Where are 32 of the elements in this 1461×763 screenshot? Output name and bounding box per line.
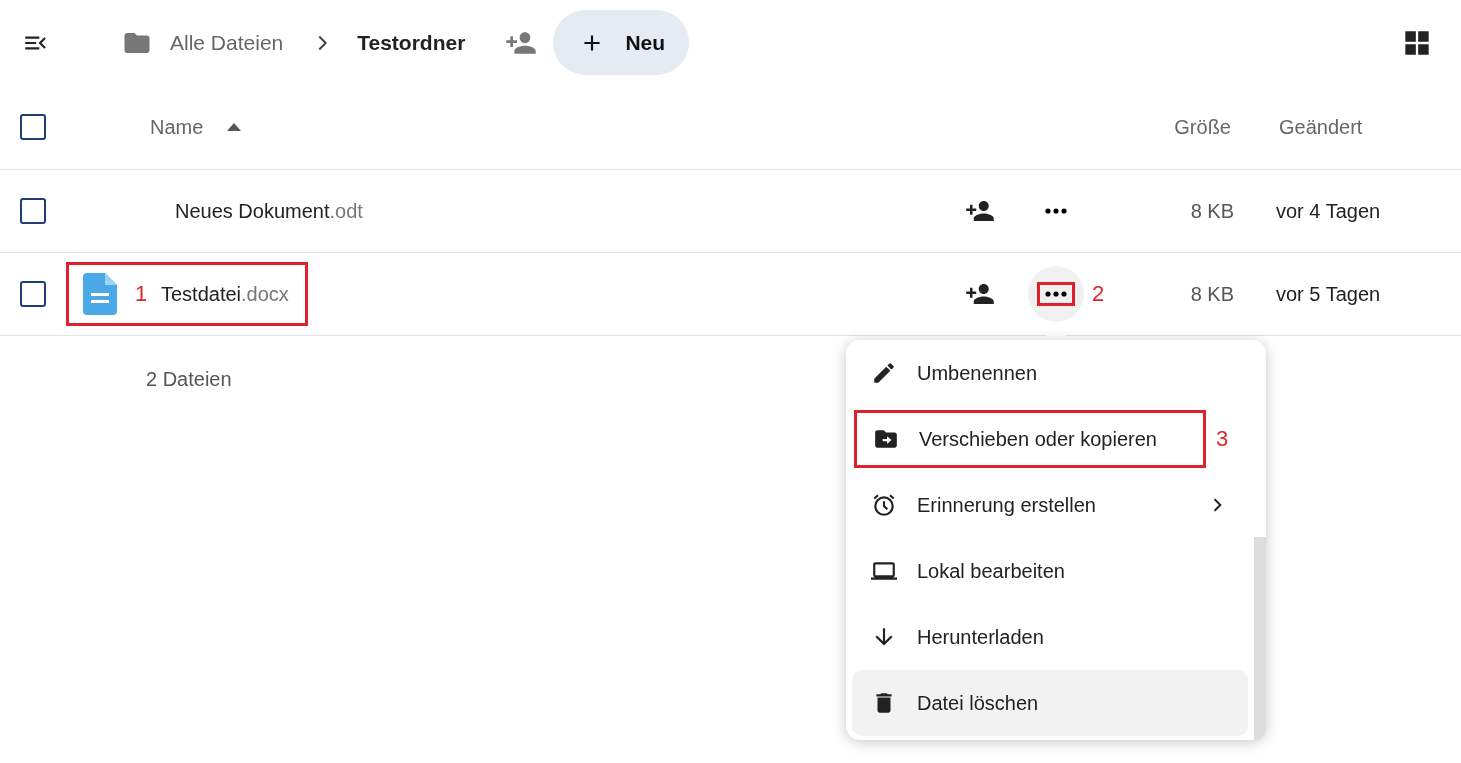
menu-item[interactable]: Umbenennen <box>852 344 1260 402</box>
modified-date: vor 4 Tagen <box>1276 199 1381 223</box>
menu-item[interactable]: Lokal bearbeiten <box>852 542 1260 600</box>
column-header[interactable]: Geändert <box>1279 115 1461 139</box>
breadcrumb-link[interactable]: Testordner <box>357 30 466 55</box>
more-dots-icon <box>1045 208 1067 214</box>
column-header[interactable]: Größe <box>1121 115 1231 139</box>
checkbox[interactable] <box>20 281 46 307</box>
menu-item[interactable]: Verschieben oder kopieren <box>854 410 1206 468</box>
column-header[interactable]: Name <box>150 115 204 139</box>
alarm-clock-icon <box>871 492 897 518</box>
pencil-icon <box>871 360 897 386</box>
menu-item[interactable]: Herunterladen <box>852 608 1260 666</box>
modified-date: vor 5 Tagen <box>1276 282 1381 306</box>
more-dots-icon <box>1045 291 1067 297</box>
new-button[interactable]: Neu <box>553 10 690 75</box>
file-name[interactable]: Neues Dokument.odt <box>175 199 363 223</box>
actions-button[interactable] <box>1028 266 1084 322</box>
file-name[interactable]: Testdatei.docx <box>161 282 289 306</box>
callout-number: 1 <box>135 281 149 307</box>
breadcrumb-link[interactable]: Alle Dateien <box>170 30 284 55</box>
menu-item[interactable]: Datei löschen <box>852 670 1248 736</box>
checkbox[interactable] <box>20 114 46 140</box>
checkbox[interactable] <box>20 198 46 224</box>
menu-item[interactable]: Erinnerung erstellen <box>852 476 1260 534</box>
file-size: 8 KB <box>1189 282 1234 306</box>
scrollbar[interactable] <box>1254 537 1266 740</box>
file-size: 8 KB <box>1189 199 1234 223</box>
callout-number: 3 <box>1216 426 1229 452</box>
file-count: 2 Dateien <box>146 368 232 391</box>
grid-view-icon[interactable] <box>1403 28 1431 57</box>
callout-number: 2 <box>1091 281 1106 307</box>
